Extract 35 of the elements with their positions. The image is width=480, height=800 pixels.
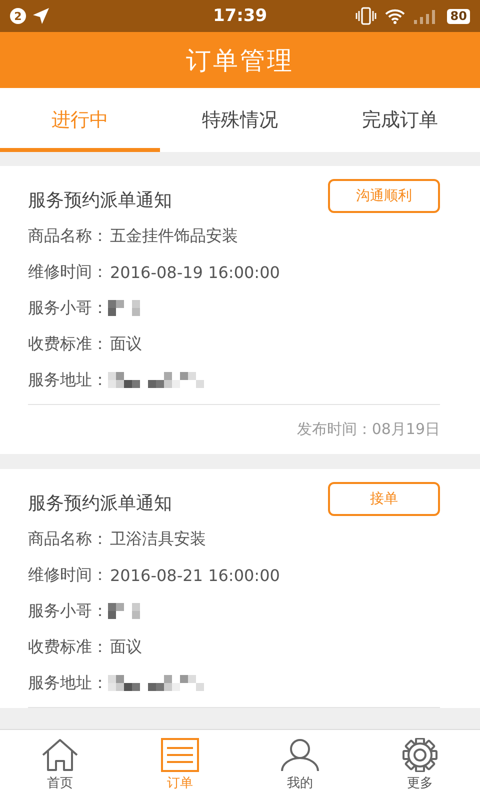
- field-label: 收费标准：: [28, 636, 108, 658]
- wifi-icon: [385, 8, 406, 24]
- home-icon: [41, 738, 79, 772]
- tab[interactable]: 完成订单: [320, 88, 480, 152]
- battery-level: 80: [447, 8, 470, 24]
- field-label: 服务地址：: [28, 370, 108, 390]
- tab[interactable]: 特殊情况: [160, 88, 320, 152]
- field-label: 服务地址：: [28, 672, 108, 694]
- field-label: 商品名称：: [28, 226, 108, 246]
- settings-icon: [401, 738, 439, 772]
- person-icon: [280, 738, 320, 772]
- field-value: 面议: [110, 636, 142, 658]
- card-title: 服务预约派单通知: [28, 189, 172, 212]
- field-label: 服务小哥：: [28, 600, 108, 622]
- field-label: 服务小哥：: [28, 298, 108, 318]
- field-value: 五金挂件饰品安装: [110, 226, 238, 246]
- nav-tab[interactable]: 首页: [0, 730, 120, 800]
- nav-tab[interactable]: 我的: [240, 730, 360, 800]
- vibrate-icon: [355, 7, 378, 25]
- field-value: 卫浴洁具安装: [110, 528, 206, 550]
- field-value: 2016-08-21 16:00:00: [110, 566, 280, 584]
- field-value: 面议: [110, 334, 142, 354]
- location-arrow-icon: [32, 7, 50, 25]
- field-value: 2016-08-19 16:00:00: [110, 262, 280, 282]
- notification-badge: 2: [10, 8, 26, 24]
- publish-time: 发布时间：08月19日: [296, 420, 440, 439]
- nav-tab[interactable]: 更多: [360, 730, 480, 800]
- clock-time: 17:39: [212, 6, 268, 26]
- field-label: 收费标准：: [28, 334, 108, 354]
- field-label: 维修时间：: [28, 262, 108, 282]
- page-title: 订单管理: [186, 44, 294, 76]
- field-label: 商品名称：: [28, 528, 108, 550]
- field-label: 维修时间：: [28, 564, 108, 586]
- card-title: 服务预约派单通知: [28, 492, 172, 515]
- list-icon: [161, 738, 199, 772]
